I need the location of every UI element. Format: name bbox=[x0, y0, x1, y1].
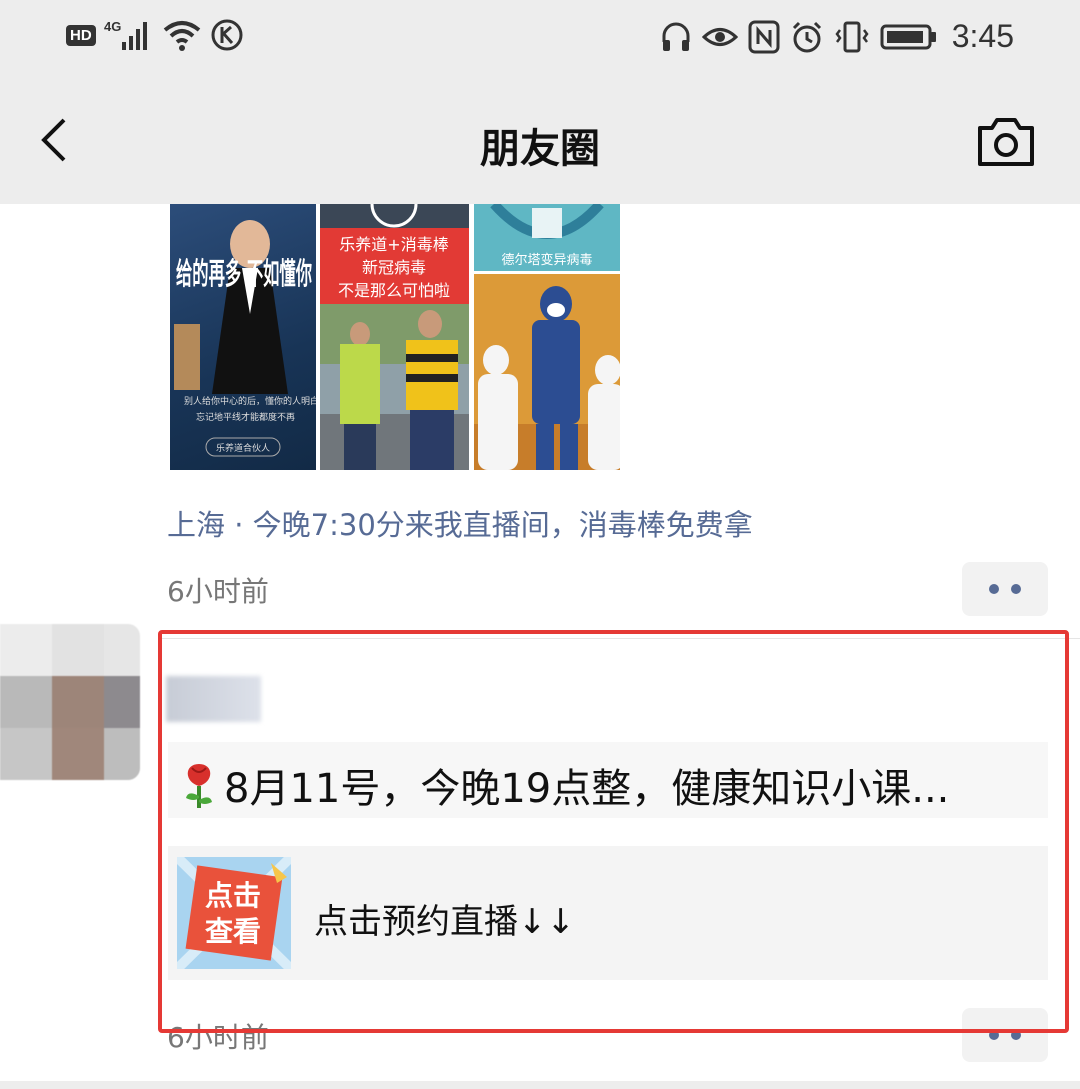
nfc-icon bbox=[748, 20, 780, 54]
post-divider bbox=[160, 638, 1080, 639]
image-banner: 不是那么可怕啦 bbox=[338, 281, 450, 300]
dot-icon bbox=[989, 1030, 999, 1040]
image-caption: 别人给你中心的后，懂你的人明白 bbox=[184, 395, 316, 407]
link-title: 点击预约直播↓↓ bbox=[314, 902, 575, 942]
bottom-divider bbox=[0, 1081, 1080, 1089]
thumb-text: 点击 bbox=[205, 879, 261, 912]
image-caption: 忘记地平线才能都度不再 bbox=[196, 411, 295, 423]
rose-icon bbox=[180, 760, 218, 810]
dot-icon bbox=[1011, 584, 1021, 594]
image-banner: 乐养道+消毒棒 bbox=[339, 235, 448, 254]
post-image-1[interactable]: 给的再多 不如懂你 别人给你中心的后，懂你的人明白 忘记地平线才能都度不再 乐养… bbox=[170, 204, 316, 470]
username[interactable] bbox=[166, 676, 261, 722]
image-headline: 给的再多 不如懂你 bbox=[176, 257, 312, 292]
battery-icon bbox=[880, 20, 938, 54]
image-banner: 德尔塔变异病毒 bbox=[501, 252, 592, 268]
camera-button[interactable] bbox=[976, 116, 1036, 168]
status-bar: HD 4G 3:45 bbox=[0, 0, 1080, 80]
signal-icon: 4G bbox=[104, 18, 154, 52]
alarm-icon bbox=[790, 20, 824, 54]
k-app-icon bbox=[210, 18, 244, 52]
post-text: 8月11号，今晚19点整，健康知识小课... bbox=[180, 756, 949, 814]
post-image-3a[interactable]: 德尔塔变异病毒 bbox=[474, 204, 620, 271]
dot-icon bbox=[989, 584, 999, 594]
more-actions-button[interactable] bbox=[962, 1008, 1048, 1062]
image-footer: 乐养道合伙人 bbox=[216, 442, 270, 454]
post-image-2[interactable]: 乐养道+消毒棒 新冠病毒 不是那么可怕啦 bbox=[320, 204, 469, 470]
clock: 3:45 bbox=[951, 18, 1014, 54]
post-text-body: 8月11号，今晚19点整，健康知识小课... bbox=[224, 766, 950, 812]
post-image-3b[interactable] bbox=[474, 274, 620, 470]
post-time: 6小时前 bbox=[167, 1021, 269, 1054]
image-banner: 新冠病毒 bbox=[362, 258, 426, 277]
network-label: 4G bbox=[104, 19, 121, 34]
avatar[interactable] bbox=[0, 624, 140, 780]
post-time: 6小时前 bbox=[167, 575, 269, 608]
headphones-icon bbox=[660, 20, 692, 54]
link-card[interactable]: 点击 查看 点击预约直播↓↓ bbox=[168, 846, 1048, 980]
page-title: 朋友圈 bbox=[480, 126, 600, 172]
eye-icon bbox=[701, 20, 738, 54]
nav-bar: 朋友圈 bbox=[0, 80, 1080, 204]
camera-icon bbox=[978, 118, 1034, 166]
vibrate-icon bbox=[834, 20, 870, 54]
location-link[interactable]: 上海 · 今晚7:30分来我直播间，消毒棒免费拿 bbox=[167, 502, 753, 544]
hd-badge: HD bbox=[66, 24, 96, 46]
dot-icon bbox=[1011, 1030, 1021, 1040]
thumb-text: 查看 bbox=[205, 915, 261, 948]
wifi-icon bbox=[162, 18, 202, 52]
link-thumbnail: 点击 查看 bbox=[177, 857, 291, 969]
more-actions-button[interactable] bbox=[962, 562, 1048, 616]
